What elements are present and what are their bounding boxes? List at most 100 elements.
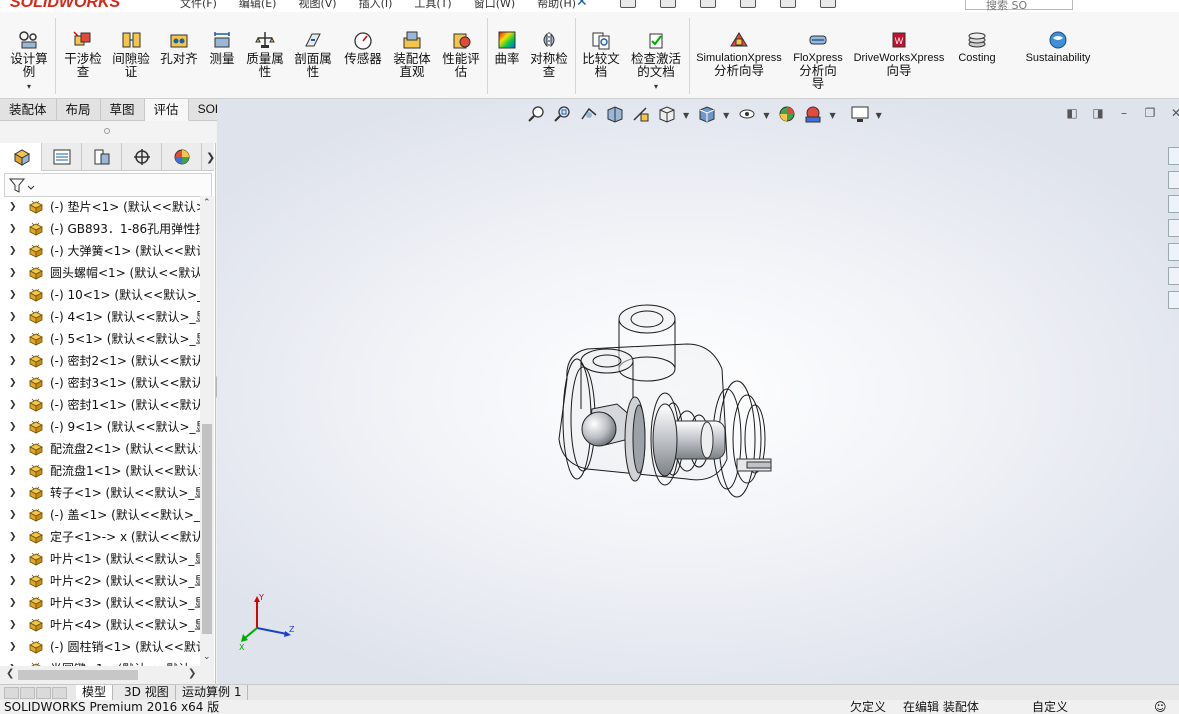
close-icon[interactable]: ✕ — [1169, 107, 1179, 120]
tree-item[interactable]: ❯ 叶片<4> (默认<<默认>_显 — [0, 614, 200, 636]
design-study-button[interactable]: 设计算 例 ▾ — [6, 12, 52, 99]
tab-evaluate[interactable]: 评估 — [144, 99, 189, 121]
tree-item[interactable]: ❯ (-) 盖<1> (默认<<默认>_显 — [0, 504, 200, 526]
new-document-icon[interactable] — [620, 0, 636, 8]
tree-item[interactable]: ❯ (-) 9<1> (默认<<默认>_显 — [0, 416, 200, 438]
custom-properties-icon[interactable] — [1168, 267, 1179, 285]
restore-icon[interactable]: ❐ — [1143, 107, 1157, 120]
expand-arrow-icon[interactable]: ❯ — [9, 262, 17, 284]
expand-arrow-icon[interactable]: ❯ — [9, 218, 17, 240]
expand-arrow-icon[interactable]: ❯ — [9, 548, 17, 570]
zoom-to-fit-icon[interactable] — [527, 105, 549, 125]
hole-alignment-button[interactable]: 孔对齐 — [156, 12, 202, 99]
tree-item[interactable]: ❯ 叶片<2> (默认<<默认>_显 — [0, 570, 200, 592]
interference-detection-button[interactable]: 干涉检 查 — [60, 12, 106, 99]
tab-configuration-manager[interactable] — [82, 143, 122, 171]
expand-arrow-icon[interactable]: ❯ — [9, 504, 17, 526]
chevron-down-icon[interactable]: ▼ — [763, 111, 769, 120]
file-explorer-icon[interactable] — [1168, 195, 1179, 213]
expand-arrow-icon[interactable]: ❯ — [9, 482, 17, 504]
tree-item[interactable]: ❯ 圆头螺帽<1> (默认<<默认 — [0, 262, 200, 284]
measure-button[interactable]: 测量 — [204, 12, 240, 99]
chevron-down-icon[interactable]: ⌄ — [203, 652, 211, 662]
panel-grip[interactable] — [0, 121, 216, 143]
dynamic-annotation-icon[interactable] — [631, 105, 653, 125]
tree-item[interactable]: ❯ 配流盘1<1> (默认<<默认> — [0, 460, 200, 482]
solidworks-forum-icon[interactable] — [1168, 291, 1179, 309]
pin-icon[interactable]: ✕ — [576, 0, 588, 10]
menu-insert[interactable]: 插入(I) — [359, 0, 393, 11]
tree-horizontal-scrollbar[interactable]: ❮ ❯ — [0, 666, 214, 684]
chevron-right-icon[interactable]: ❯ — [206, 151, 215, 164]
expand-arrow-icon[interactable]: ❯ — [9, 614, 17, 636]
tab-property-manager[interactable] — [42, 143, 82, 171]
design-library-icon[interactable] — [1168, 171, 1179, 189]
tab-feature-manager[interactable] — [2, 143, 42, 171]
tree-item[interactable]: ❯ (-) 4<1> (默认<<默认>_显 — [0, 306, 200, 328]
view-settings-icon[interactable] — [850, 105, 872, 125]
expand-arrow-icon[interactable]: ❯ — [9, 328, 17, 350]
scrollbar-thumb[interactable] — [202, 424, 212, 634]
view-orientation-icon[interactable] — [657, 105, 679, 125]
tile-left-icon[interactable]: ◧ — [1065, 107, 1079, 120]
tree-item[interactable]: ❯ (-) 密封1<1> (默认<<默认 — [0, 394, 200, 416]
mass-properties-button[interactable]: 质量属 性 — [242, 12, 288, 99]
compare-documents-button[interactable]: 比较文 档 — [578, 12, 624, 99]
units-custom[interactable]: 自定义 — [1032, 698, 1068, 714]
tree-item[interactable]: ❯ 定子<1>-> x (默认<<默认 — [0, 526, 200, 548]
floxpress-button[interactable]: FloXpress 分析向 导 — [788, 12, 848, 99]
tab-assembly[interactable]: 装配体 — [0, 99, 57, 121]
assembly-visualization-button[interactable]: 装配体 直观 — [390, 12, 434, 99]
expand-arrow-icon[interactable]: ❯ — [9, 196, 17, 218]
menu-tools[interactable]: 工具(T) — [414, 0, 451, 11]
expand-arrow-icon[interactable]: ❯ — [9, 658, 17, 666]
expand-arrow-icon[interactable]: ❯ — [9, 350, 17, 372]
tree-vertical-scrollbar[interactable]: ⌃ ⌄ — [200, 196, 214, 666]
tree-item[interactable]: ❯ (-) 密封3<1> (默认<<默认 — [0, 372, 200, 394]
curvature-button[interactable]: 曲率 — [490, 12, 524, 99]
tree-item[interactable]: ❯ (-) 5<1> (默认<<默认>_显 — [0, 328, 200, 350]
tree-item[interactable]: ❯ 配流盘2<1> (默认<<默认> — [0, 438, 200, 460]
performance-evaluation-button[interactable]: 性能评 估 — [438, 12, 484, 99]
expand-arrow-icon[interactable]: ❯ — [9, 592, 17, 614]
driveworksxpress-button[interactable]: W DriveWorksXpress 向导 — [850, 12, 948, 99]
user-icon[interactable]: ☺ — [1154, 698, 1167, 714]
expand-arrow-icon[interactable]: ❯ — [9, 460, 17, 482]
tab-layout[interactable]: 布局 — [56, 99, 101, 121]
tree-item[interactable]: ❯ (-) 大弹簧<1> (默认<<默认 — [0, 240, 200, 262]
expand-arrow-icon[interactable]: ❯ — [9, 306, 17, 328]
tree-item[interactable]: ❯ 叶片<3> (默认<<默认>_显 — [0, 592, 200, 614]
pump-assembly-model[interactable] — [547, 299, 787, 519]
previous-view-icon[interactable] — [579, 105, 601, 125]
menu-file[interactable]: 文件(F) — [180, 0, 217, 11]
scrollbar-thumb[interactable] — [18, 670, 138, 680]
chevron-down-icon[interactable]: ▾ — [6, 80, 52, 93]
symmetry-check-button[interactable]: 对称检 查 — [526, 12, 572, 99]
tree-item[interactable]: ❯ (-) 圆柱销<1> (默认<<默认 — [0, 636, 200, 658]
edit-appearance-icon[interactable] — [777, 105, 799, 125]
graphics-area[interactable]: ✕ ▼ ▼ ▼ ▼ ▼ ◧ ◨ – ❐ ✕ — [217, 99, 1179, 684]
tree-item[interactable]: ❯ (-) 密封2<1> (默认<<默认 — [0, 350, 200, 372]
chevron-down-icon[interactable]: ▼ — [683, 111, 689, 120]
chevron-down-icon[interactable]: ▼ — [876, 111, 882, 120]
chevron-up-icon[interactable]: ⌃ — [203, 198, 211, 208]
expand-arrow-icon[interactable]: ❯ — [9, 526, 17, 548]
menu-help[interactable]: 帮助(H) — [537, 0, 576, 11]
menu-window[interactable]: 窗口(W) — [474, 0, 515, 11]
hide-show-items-icon[interactable] — [737, 105, 759, 125]
select-icon[interactable] — [820, 0, 836, 8]
display-style-icon[interactable] — [697, 105, 719, 125]
chevron-right-icon[interactable]: ❯ — [188, 668, 196, 679]
tree-item[interactable]: ❯ 半圆键<1> (默认<<默认 — [0, 658, 200, 666]
tree-item[interactable]: ❯ (-) 10<1> (默认<<默认>_显 — [0, 284, 200, 306]
tree-item[interactable]: ❯ (-) GB893．1-86孔用弹性挡 — [0, 218, 200, 240]
sensor-button[interactable]: 传感器 — [338, 12, 388, 99]
expand-arrow-icon[interactable]: ❯ — [9, 570, 17, 592]
tree-item[interactable]: ❯ (-) 垫片<1> (默认<<默认> — [0, 196, 200, 218]
undo-icon[interactable] — [780, 0, 796, 8]
check-active-document-button[interactable]: 检查激活 的文档 ▾ — [626, 12, 686, 99]
apply-scene-icon[interactable] — [803, 105, 825, 125]
expand-arrow-icon[interactable]: ❯ — [9, 372, 17, 394]
zoom-to-area-icon[interactable] — [553, 105, 575, 125]
tab-sketch[interactable]: 草图 — [100, 99, 145, 121]
